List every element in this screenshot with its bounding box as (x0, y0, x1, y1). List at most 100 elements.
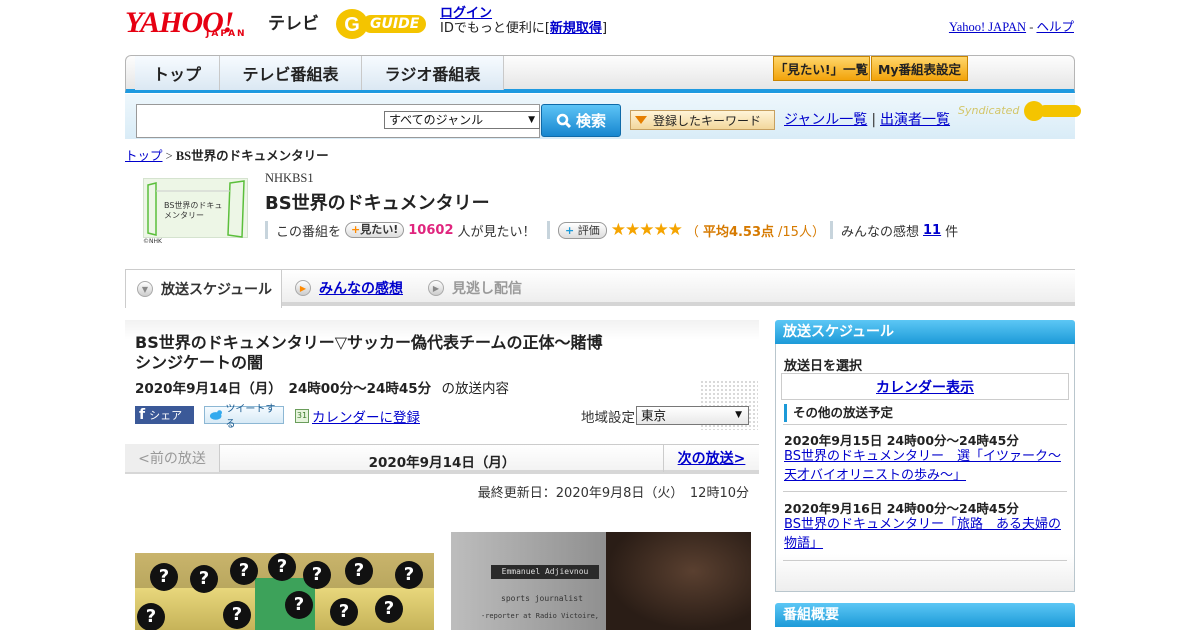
mitai-count: 10602 (408, 222, 454, 238)
hidden-face-icon: ? (230, 557, 258, 585)
calendar-display-button[interactable]: カレンダー表示 (781, 373, 1069, 400)
rate-button-label: 評価 (577, 223, 600, 237)
episode-time-value: 2020年9月14日（月） 24時00分～24時45分 (135, 381, 432, 397)
syndicated-label: Syndicated (958, 104, 1020, 117)
episode-photo-2: Emmanuel Adjievnou sports journalist -re… (451, 532, 751, 630)
rate-button[interactable]: + 評価 (558, 221, 607, 239)
region-select[interactable]: 東京 ▼ (636, 406, 749, 425)
hidden-face-icon: ? (150, 563, 178, 591)
breadcrumb-sep: > (165, 149, 173, 163)
episode-photo-1: ? ? ? ? ? ? ? ? ? ? ? ? (135, 553, 434, 630)
mitai-suffix: 人が見たい！ (457, 224, 536, 240)
tab-kansou[interactable]: ▶ みんなの感想 (295, 270, 403, 306)
breadcrumb: トップ > BS世界のドキュメンタリー (125, 145, 329, 164)
login-link[interactable]: ログイン (440, 6, 492, 21)
twitter-bird-icon (209, 410, 222, 420)
channel-name: NHKBS1 (265, 171, 314, 185)
facebook-share-button[interactable]: f シェア (135, 406, 194, 424)
rating-stars-icon: ★★★★★ (610, 220, 683, 240)
mitai-button[interactable]: +見たい! (345, 222, 405, 238)
episode-time-suffix: の放送内容 (441, 381, 509, 397)
avg-suffix: /15人） (778, 224, 825, 240)
facebook-share-label: シェア (149, 409, 183, 422)
mitai-button-label: 見たい! (360, 223, 399, 236)
next-broadcast[interactable]: 次の放送> (663, 444, 759, 472)
breadcrumb-top-link[interactable]: トップ (125, 149, 163, 163)
calendar-icon: 31 (295, 409, 309, 423)
episode-title: BS世界のドキュメンタリー▽サッカー偽代表チームの正体～賭博シンジケートの闇 (135, 333, 603, 372)
tab-schedule-label: 放送スケジュール (161, 282, 273, 298)
play-icon: ▶ (428, 280, 444, 296)
chevron-down-icon: ▼ (528, 115, 535, 125)
avg-score: 平均4.53点 (702, 224, 775, 240)
next-broadcast-link[interactable]: 次の放送> (678, 448, 746, 468)
yahoo-japan-link[interactable]: Yahoo! JAPAN (949, 20, 1026, 34)
mitai-prefix: この番組を (276, 224, 342, 240)
divider (783, 491, 1067, 492)
calendar-register[interactable]: 31 カレンダーに登録 (295, 406, 420, 426)
mitai-meta: この番組を +見たい! 10602 人が見たい！ (265, 221, 536, 240)
sidebar-overview-header: 番組概要 (775, 603, 1075, 627)
mitai-list-button[interactable]: 「見たい!」一覧 (773, 56, 870, 81)
registered-keyword-button[interactable]: 登録したキーワード (630, 110, 775, 130)
select-date-label: 放送日を選択 (784, 359, 863, 374)
hidden-face-icon: ? (137, 603, 165, 630)
calendar-display-link[interactable]: カレンダー表示 (876, 377, 974, 397)
gguide-small-logo-icon (1023, 101, 1081, 121)
help-link[interactable]: ヘルプ (1036, 20, 1074, 34)
avg-prefix: （ (685, 224, 699, 240)
tab-kansou-label: みんなの感想 (319, 281, 403, 297)
search-button-label: 検索 (575, 112, 606, 130)
calendar-register-link[interactable]: カレンダーに登録 (312, 406, 420, 426)
search-icon (556, 113, 572, 128)
kansou-meta: みんなの感想 11 件 (830, 221, 959, 240)
kansou-count-link[interactable]: 11 (923, 223, 941, 238)
nav-tab-radio[interactable]: ラジオ番組表 (362, 56, 504, 90)
performer-list-link[interactable]: 出演者一覧 (880, 112, 950, 128)
login-area: ログイン IDでもっと便利に[新規取得] (440, 6, 607, 36)
sidebar-schedule-header: 放送スケジュール (775, 320, 1075, 344)
photo2-caption: Emmanuel Adjievnou (491, 565, 599, 579)
tweet-label: ツイートする (225, 404, 276, 430)
tab-minogashi-label: 見逃し配信 (452, 281, 522, 297)
genre-list-link[interactable]: ジャンル一覧 (784, 112, 867, 128)
thumbnail-text: BS世界のドキュメンタリー (164, 201, 223, 220)
current-date: 2020年9月14日（月） (368, 455, 516, 471)
nav-tab-top[interactable]: トップ (135, 56, 220, 90)
chevron-down-icon: ▼ (137, 281, 153, 297)
facebook-icon: f (139, 407, 146, 423)
other-schedule-label: その他の放送予定 (784, 404, 893, 422)
gguide-logo-text: GUIDE (370, 16, 420, 32)
schedule-item-link[interactable]: BS世界のドキュメンタリー「旅路 ある夫婦の物語」 (784, 515, 1064, 553)
gguide-logo[interactable]: G GUIDE (334, 6, 430, 42)
tab-minogashi: ▶ 見逃し配信 (428, 270, 522, 306)
photo2-sub2: -reporter at Radio Victoire, (481, 612, 600, 620)
login-sub-text: IDでもっと便利に[ (440, 21, 550, 36)
search-button[interactable]: 検索 (541, 104, 621, 137)
episode-time: 2020年9月14日（月） 24時00分～24時45分 の放送内容 (135, 377, 509, 397)
genre-links: ジャンル一覧 | 出演者一覧 (784, 109, 950, 129)
nav-tab-tv[interactable]: テレビ番組表 (220, 56, 362, 90)
chevron-down-icon: ▼ (735, 410, 742, 420)
hidden-face-icon: ? (330, 598, 358, 626)
program-thumbnail: BS世界のドキュメンタリー (143, 178, 248, 238)
last-updated: 最終更新日：2020年9月8日（火） 12時10分 (477, 486, 749, 501)
kansou-suffix: 件 (945, 224, 959, 240)
kansou-prefix: みんなの感想 (841, 224, 920, 240)
signup-link[interactable]: 新規取得 (550, 21, 602, 36)
genre-select[interactable]: すべてのジャンル ▼ (384, 111, 540, 129)
rating-meta: + 評価 ★★★★★ （平均4.53点/15人） (547, 220, 825, 240)
schedule-item-link[interactable]: BS世界のドキュメンタリー 選「イツァーク～天才バイオリニストの歩み～」 (784, 447, 1064, 485)
header-sep: - (1029, 20, 1034, 34)
region-select-value: 東京 (641, 408, 667, 423)
svg-text:G: G (344, 14, 360, 36)
tweet-button[interactable]: ツイートする (204, 404, 284, 430)
tab-schedule[interactable]: ▼ 放送スケジュール (125, 270, 282, 308)
registered-keyword-label: 登録したキーワード (653, 113, 762, 128)
hidden-face-icon: ? (395, 561, 423, 589)
my-bangumi-button[interactable]: My番組表設定 (871, 56, 968, 81)
program-title: BS世界のドキュメンタリー (265, 193, 490, 214)
hidden-face-icon: ? (223, 601, 251, 629)
photo2-face (606, 532, 751, 630)
divider (783, 424, 1067, 425)
